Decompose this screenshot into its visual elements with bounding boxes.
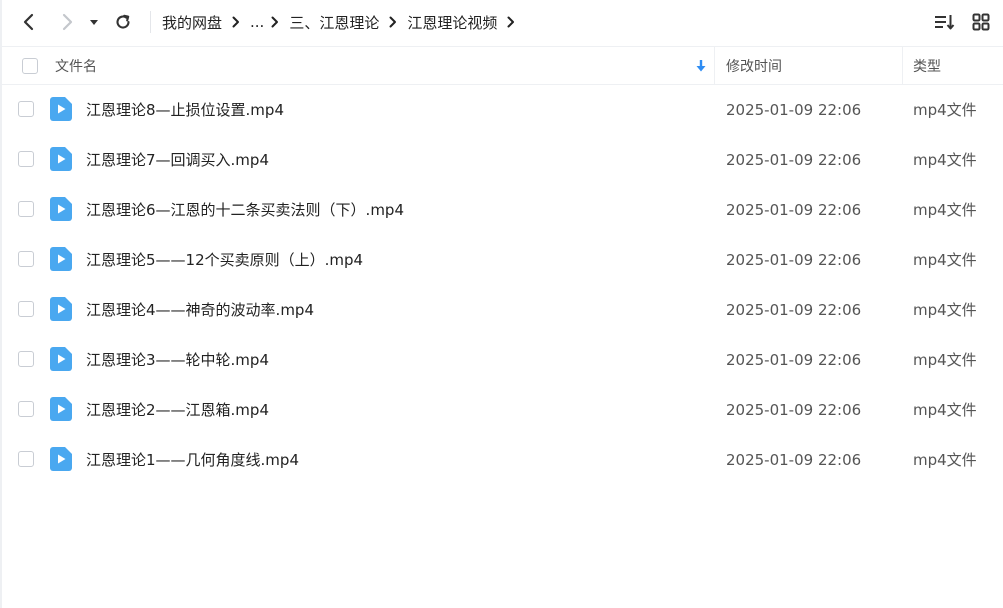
file-name[interactable]: 江恩理论6—江恩的十二条买卖法则（下）.mp4 bbox=[86, 185, 404, 235]
sort-button[interactable] bbox=[934, 11, 956, 33]
grid-view-button[interactable] bbox=[970, 11, 992, 33]
file-list-header: 文件名 修改时间 类型 bbox=[2, 46, 1003, 85]
back-button[interactable] bbox=[16, 9, 42, 35]
history-dropdown-button[interactable] bbox=[84, 9, 104, 35]
chevron-right-icon bbox=[270, 16, 280, 28]
file-type: mp4文件 bbox=[913, 451, 977, 469]
file-type: mp4文件 bbox=[913, 301, 977, 319]
chevron-left-icon bbox=[23, 13, 34, 31]
file-name[interactable]: 江恩理论1——几何角度线.mp4 bbox=[86, 435, 299, 485]
chevron-right-icon bbox=[506, 16, 516, 28]
grid-view-icon bbox=[972, 13, 990, 31]
file-name[interactable]: 江恩理论2——江恩箱.mp4 bbox=[86, 385, 269, 435]
refresh-icon bbox=[116, 14, 130, 29]
breadcrumb: 我的网盘 ... 三、江恩理论 江恩理论视频 bbox=[162, 0, 525, 44]
header-type[interactable]: 类型 bbox=[913, 47, 941, 85]
file-name[interactable]: 江恩理论4——神奇的波动率.mp4 bbox=[86, 285, 314, 335]
file-modified: 2025-01-09 22:06 bbox=[726, 401, 862, 419]
chevron-right-icon bbox=[231, 16, 241, 28]
row-checkbox[interactable] bbox=[18, 301, 34, 317]
toolbar-divider bbox=[150, 11, 151, 33]
video-file-icon bbox=[50, 97, 72, 121]
video-file-icon bbox=[50, 247, 72, 271]
breadcrumb-item-folder[interactable]: 三、江恩理论 bbox=[289, 12, 379, 33]
file-name[interactable]: 江恩理论7—回调买入.mp4 bbox=[86, 135, 269, 185]
row-checkbox[interactable] bbox=[18, 451, 34, 467]
sort-list-icon bbox=[935, 15, 955, 30]
video-file-icon bbox=[50, 147, 72, 171]
file-type: mp4文件 bbox=[913, 151, 977, 169]
breadcrumb-item-current[interactable]: 江恩理论视频 bbox=[407, 12, 497, 33]
table-row[interactable]: 江恩理论3——轮中轮.mp4 2025-01-09 22:06 mp4文件 bbox=[2, 335, 1003, 385]
file-modified: 2025-01-09 22:06 bbox=[726, 201, 862, 219]
row-checkbox[interactable] bbox=[18, 101, 34, 117]
breadcrumb-item-root[interactable]: 我的网盘 bbox=[162, 12, 222, 33]
file-name[interactable]: 江恩理论3——轮中轮.mp4 bbox=[86, 335, 269, 385]
table-row[interactable]: 江恩理论5——12个买卖原则（上）.mp4 2025-01-09 22:06 m… bbox=[2, 235, 1003, 285]
caret-down-icon bbox=[90, 20, 98, 25]
select-all-cell bbox=[22, 47, 38, 85]
file-modified: 2025-01-09 22:06 bbox=[726, 351, 862, 369]
breadcrumb-item-ellipsis[interactable]: ... bbox=[250, 13, 264, 31]
video-file-icon bbox=[50, 447, 72, 471]
file-name[interactable]: 江恩理论5——12个买卖原则（上）.mp4 bbox=[86, 235, 363, 285]
forward-button[interactable] bbox=[54, 9, 80, 35]
table-row[interactable]: 江恩理论6—江恩的十二条买卖法则（下）.mp4 2025-01-09 22:06… bbox=[2, 185, 1003, 235]
column-divider[interactable] bbox=[714, 47, 715, 85]
video-file-icon bbox=[50, 347, 72, 371]
refresh-button[interactable] bbox=[110, 9, 136, 35]
file-type: mp4文件 bbox=[913, 401, 977, 419]
header-name[interactable]: 文件名 bbox=[55, 47, 97, 85]
file-modified: 2025-01-09 22:06 bbox=[726, 251, 862, 269]
video-file-icon bbox=[50, 397, 72, 421]
table-row[interactable]: 江恩理论4——神奇的波动率.mp4 2025-01-09 22:06 mp4文件 bbox=[2, 285, 1003, 335]
header-modified[interactable]: 修改时间 bbox=[726, 47, 782, 85]
row-checkbox[interactable] bbox=[18, 351, 34, 367]
table-row[interactable]: 江恩理论1——几何角度线.mp4 2025-01-09 22:06 mp4文件 bbox=[2, 435, 1003, 485]
row-checkbox[interactable] bbox=[18, 201, 34, 217]
column-divider[interactable] bbox=[902, 47, 903, 85]
file-type: mp4文件 bbox=[913, 101, 977, 119]
video-file-icon bbox=[50, 197, 72, 221]
chevron-right-icon bbox=[62, 13, 73, 31]
chevron-right-icon bbox=[388, 16, 398, 28]
sort-desc-indicator[interactable] bbox=[696, 47, 706, 85]
file-type: mp4文件 bbox=[913, 251, 977, 269]
table-row[interactable]: 江恩理论8—止损位设置.mp4 2025-01-09 22:06 mp4文件 bbox=[2, 85, 1003, 135]
select-all-checkbox[interactable] bbox=[22, 58, 38, 74]
file-name[interactable]: 江恩理论8—止损位设置.mp4 bbox=[86, 85, 284, 135]
file-modified: 2025-01-09 22:06 bbox=[726, 451, 862, 469]
file-type: mp4文件 bbox=[913, 351, 977, 369]
file-modified: 2025-01-09 22:06 bbox=[726, 101, 862, 119]
arrow-down-icon bbox=[696, 60, 706, 72]
table-row[interactable]: 江恩理论2——江恩箱.mp4 2025-01-09 22:06 mp4文件 bbox=[2, 385, 1003, 435]
row-checkbox[interactable] bbox=[18, 401, 34, 417]
row-checkbox[interactable] bbox=[18, 151, 34, 167]
file-type: mp4文件 bbox=[913, 201, 977, 219]
toolbar: 我的网盘 ... 三、江恩理论 江恩理论视频 bbox=[2, 0, 1003, 44]
row-checkbox[interactable] bbox=[18, 251, 34, 267]
file-modified: 2025-01-09 22:06 bbox=[726, 151, 862, 169]
file-modified: 2025-01-09 22:06 bbox=[726, 301, 862, 319]
video-file-icon bbox=[50, 297, 72, 321]
table-row[interactable]: 江恩理论7—回调买入.mp4 2025-01-09 22:06 mp4文件 bbox=[2, 135, 1003, 185]
